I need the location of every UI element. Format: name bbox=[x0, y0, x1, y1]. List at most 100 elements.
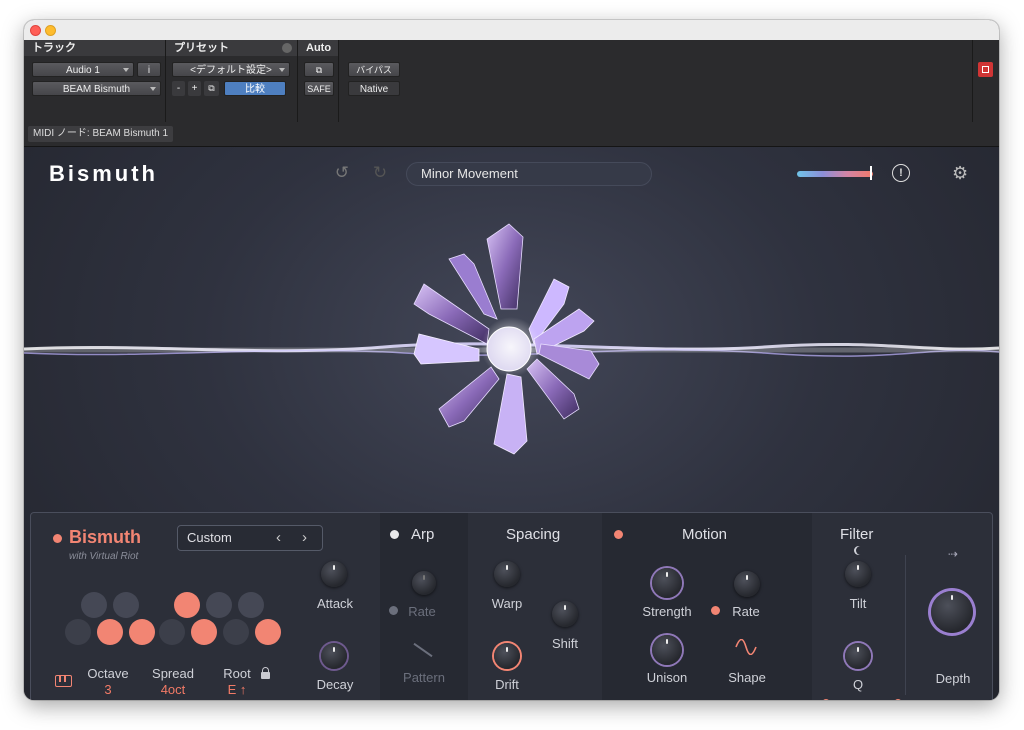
depth-section: ⇢ Depth bbox=[912, 513, 992, 700]
gear-icon[interactable]: ⚙ bbox=[952, 163, 968, 184]
depth-mode-icon[interactable]: ⇢ bbox=[944, 547, 962, 561]
warning-icon[interactable]: ! bbox=[892, 164, 910, 182]
host-header: トラック Audio 1 i BEAM Bismuth プリセット <デフォルト… bbox=[24, 40, 999, 123]
note-dot[interactable] bbox=[113, 592, 139, 618]
tilt-knob[interactable] bbox=[845, 561, 871, 587]
arp-title: Arp bbox=[411, 526, 435, 543]
strength-label: Strength bbox=[642, 604, 692, 619]
note-dot[interactable] bbox=[206, 592, 232, 618]
note-dot[interactable] bbox=[238, 592, 264, 618]
chevron-down-icon bbox=[279, 68, 285, 72]
midi-node-row: MIDI ノード: BEAM Bismuth 1 bbox=[24, 122, 999, 147]
bypass-header bbox=[339, 40, 972, 56]
bypass-label: バイパス bbox=[356, 65, 392, 75]
arp-rate-knob[interactable] bbox=[412, 571, 436, 595]
note-dot[interactable] bbox=[174, 592, 200, 618]
note-dot[interactable] bbox=[159, 619, 185, 645]
note-dot[interactable] bbox=[191, 619, 217, 645]
warp-label: Warp bbox=[491, 596, 523, 611]
safe-label: SAFE bbox=[307, 84, 331, 94]
keyboard-icon[interactable] bbox=[55, 675, 72, 687]
preset-section: プリセット <デフォルト設定> - + ⧉ 比較 bbox=[166, 40, 298, 122]
safe-button[interactable]: SAFE bbox=[304, 81, 334, 96]
track-selector[interactable]: Audio 1 bbox=[32, 62, 134, 77]
filter-range-high-handle[interactable] bbox=[894, 699, 902, 700]
moon-icon[interactable] bbox=[856, 546, 865, 555]
spread-value[interactable]: 4oct bbox=[145, 682, 201, 697]
unison-label: Unison bbox=[646, 670, 688, 685]
preset-value: <デフォルト設定> bbox=[190, 65, 272, 76]
bypass-section: バイパス Native bbox=[339, 40, 973, 122]
shape-label: Shape bbox=[728, 670, 766, 685]
midi-node-tab[interactable]: MIDI ノード: BEAM Bismuth 1 bbox=[28, 126, 174, 142]
chevron-down-icon bbox=[150, 87, 156, 91]
unison-knob[interactable] bbox=[652, 635, 682, 665]
root-label: Root bbox=[223, 666, 251, 681]
bypass-button[interactable]: バイパス bbox=[348, 62, 400, 77]
track-section: トラック Audio 1 i BEAM Bismuth bbox=[24, 40, 166, 122]
strength-knob[interactable] bbox=[652, 568, 682, 598]
depth-knob[interactable] bbox=[931, 591, 973, 633]
mode-selector[interactable]: Custom ‹ › bbox=[177, 525, 323, 551]
link-icon[interactable]: ⧉ bbox=[304, 62, 334, 77]
sine-wave-icon[interactable] bbox=[735, 639, 757, 655]
preset-selector[interactable]: <デフォルト設定> bbox=[172, 62, 290, 77]
drift-knob[interactable] bbox=[494, 643, 520, 669]
output-level-thumb[interactable] bbox=[870, 166, 872, 180]
track-header: トラック bbox=[24, 40, 165, 56]
note-dot[interactable] bbox=[97, 619, 123, 645]
octave-value[interactable]: 3 bbox=[83, 682, 133, 697]
close-window-button[interactable] bbox=[30, 25, 41, 36]
next-preset-button[interactable]: + bbox=[188, 81, 201, 96]
auto-section: Auto ⧉ SAFE bbox=[298, 40, 339, 122]
warp-knob[interactable] bbox=[494, 561, 520, 587]
filter-title: Filter bbox=[840, 526, 874, 543]
filter-range-low-handle[interactable] bbox=[822, 699, 830, 700]
decay-knob[interactable] bbox=[321, 643, 347, 669]
info-button[interactable]: i bbox=[137, 62, 161, 77]
plugin-selector[interactable]: BEAM Bismuth bbox=[32, 81, 161, 96]
preset-name-field[interactable]: Minor Movement bbox=[406, 162, 652, 186]
note-dot[interactable] bbox=[255, 619, 281, 645]
q-label: Q bbox=[852, 677, 864, 692]
minimize-window-button[interactable] bbox=[45, 25, 56, 36]
control-panel: Bismuth with Virtual Riot Custom ‹ › Oct… bbox=[30, 512, 993, 700]
filter-depth-divider bbox=[905, 555, 906, 695]
shift-label: Shift bbox=[551, 636, 578, 651]
root-value[interactable]: E ↑ bbox=[217, 682, 257, 697]
preset-header: プリセット bbox=[166, 40, 297, 56]
copy-icon[interactable]: ⧉ bbox=[204, 81, 219, 96]
chevron-left-icon[interactable]: ‹ bbox=[276, 526, 281, 550]
note-dot[interactable] bbox=[81, 592, 107, 618]
clock-icon[interactable] bbox=[711, 606, 720, 615]
note-dot[interactable] bbox=[129, 619, 155, 645]
native-label: Native bbox=[359, 84, 389, 95]
motion-power-led[interactable] bbox=[614, 530, 623, 539]
motion-rate-knob[interactable] bbox=[734, 571, 760, 597]
chevron-right-icon[interactable]: › bbox=[302, 526, 307, 550]
plugin-body: Bismuth ↺ ↻ Minor Movement ! ⚙ Bismuth w… bbox=[24, 147, 999, 700]
shift-knob[interactable] bbox=[552, 601, 578, 627]
redo-icon[interactable]: ↻ bbox=[370, 163, 390, 183]
undo-icon[interactable]: ↺ bbox=[332, 163, 352, 183]
native-button[interactable]: Native bbox=[348, 81, 400, 96]
decay-label: Decay bbox=[316, 677, 354, 692]
previous-preset-button[interactable]: - bbox=[172, 81, 185, 96]
q-knob[interactable] bbox=[845, 643, 871, 669]
preset-header-label: プリセット bbox=[174, 42, 229, 54]
output-level-meter[interactable] bbox=[797, 171, 873, 177]
attack-label: Attack bbox=[316, 596, 354, 611]
bismuth-power-led[interactable] bbox=[53, 534, 62, 543]
plus-label: + bbox=[191, 83, 198, 94]
arp-section: Arp Rate Pattern bbox=[380, 513, 468, 700]
lock-icon[interactable] bbox=[261, 667, 270, 679]
track-name: Audio 1 bbox=[66, 65, 100, 76]
preset-menu-icon[interactable] bbox=[282, 43, 292, 53]
compare-button[interactable]: 比較 bbox=[224, 81, 286, 96]
attack-knob[interactable] bbox=[321, 561, 347, 587]
record-icon[interactable] bbox=[978, 62, 993, 77]
note-dot[interactable] bbox=[65, 619, 91, 645]
pattern-icon[interactable] bbox=[413, 642, 433, 658]
note-dot[interactable] bbox=[223, 619, 249, 645]
arp-power-led[interactable] bbox=[390, 530, 399, 539]
